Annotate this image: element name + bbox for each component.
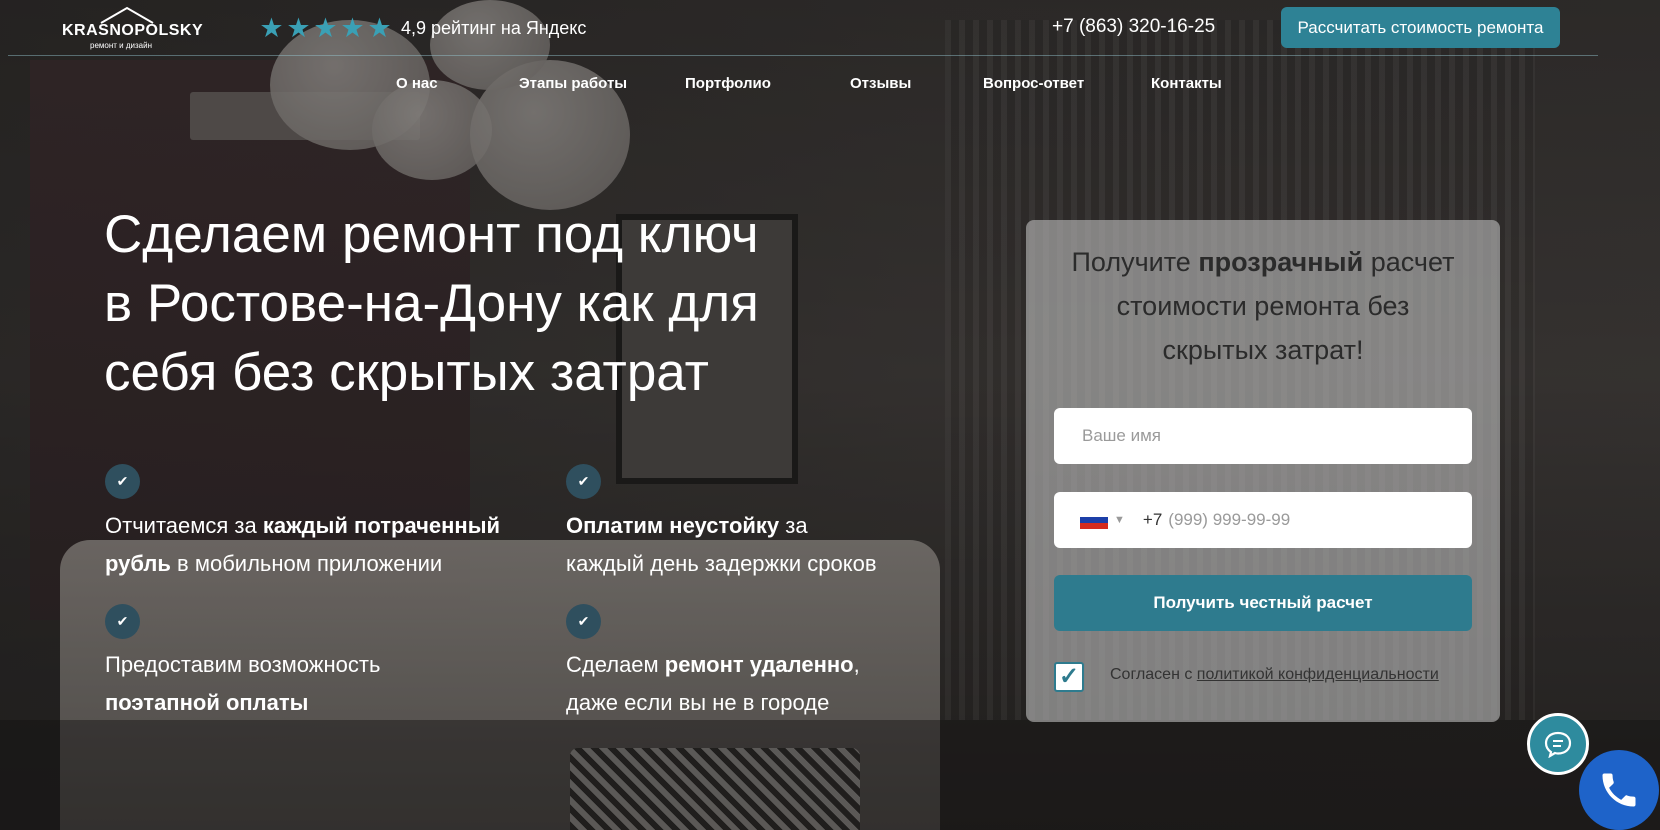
nav-about[interactable]: О нас (396, 75, 438, 92)
feature-text: Предоставим возможность (105, 652, 381, 677)
feature-penalty: Оплатим неустойку за каждый день задержк… (566, 507, 1006, 583)
name-input[interactable]: Ваше имя (1054, 408, 1472, 464)
header-phone-link[interactable]: +7 (863) 320-16-25 (1052, 16, 1215, 38)
phone-input[interactable]: ▼ +7 (999) 999-99-99 (1054, 492, 1472, 548)
hero-title-line: себя без скрытых затрат (104, 343, 709, 402)
form-title: Получите прозрачный расчет стоимости рем… (1026, 240, 1500, 372)
get-estimate-button[interactable]: Получить честный расчет (1054, 575, 1472, 631)
calculate-cost-button[interactable]: Рассчитать стоимость ремонта (1281, 7, 1560, 48)
nav-portfolio[interactable]: Портфолио (685, 75, 771, 92)
feature-text-bold: рубль (105, 551, 171, 576)
phone-handset-icon (1602, 773, 1636, 807)
star-icon: ★ (259, 13, 284, 43)
chat-bubble-icon (1544, 731, 1572, 758)
nav-faq[interactable]: Вопрос-ответ (983, 75, 1084, 92)
checkmark-icon: ✔ (105, 604, 140, 639)
logo[interactable]: KRASNOPOLSKY ремонт и дизайн (62, 6, 203, 52)
logo-name: KRASNOPOLSKY (62, 22, 204, 39)
feature-staged-payment: Предоставим возможность поэтапной оплаты (105, 646, 545, 722)
yandex-rating[interactable]: ★ ★ ★ ★ ★ 4,9 рейтинг на Яндекс (258, 14, 586, 42)
phone-input-placeholder: (999) 999-99-99 (1168, 510, 1291, 529)
feature-text: Отчитаемся за (105, 513, 263, 538)
privacy-policy-link[interactable]: политикой конфиденциальности (1197, 666, 1439, 683)
feature-text: , (853, 652, 860, 677)
feature-text: даже если вы не в городе (566, 690, 830, 715)
checkmark-icon: ✔ (105, 464, 140, 499)
hero-title-line: в Ростове-на-Дону как для (104, 274, 759, 333)
checkmark-icon: ✔ (566, 604, 601, 639)
feature-text: Сделаем (566, 652, 665, 677)
nav-reviews[interactable]: Отзывы (850, 75, 911, 92)
hero-title: Сделаем ремонт под ключ в Ростове-на-Дон… (104, 200, 824, 407)
feature-text: в мобильном приложении (170, 551, 443, 576)
form-title-text: стоимости ремонта без (1116, 291, 1410, 321)
feature-text-bold: каждый потраченный (262, 513, 501, 538)
nav-contacts[interactable]: Контакты (1151, 75, 1222, 92)
feature-remote-renovation: Сделаем ремонт удаленно, даже если вы не… (566, 646, 1006, 722)
header-divider (8, 55, 1598, 56)
form-title-bold: прозрачный (1198, 247, 1364, 277)
estimate-form: Получите прозрачный расчет стоимости рем… (1026, 220, 1500, 722)
phone-country-code: +7 (1142, 510, 1163, 529)
feature-text: каждый день задержки сроков (566, 551, 877, 576)
star-icon: ★ (340, 13, 365, 43)
feature-text: за (779, 513, 808, 538)
checkmark-icon: ✔ (566, 464, 601, 499)
privacy-agree-label: Согласен с политикой конфиденциальности (1110, 666, 1439, 684)
feature-text-bold: поэтапной оплаты (105, 690, 309, 715)
feature-report: Отчитаемся за каждый потраченный рубль в… (105, 507, 545, 583)
form-title-text: Получите (1071, 247, 1199, 277)
star-icon: ★ (367, 13, 392, 43)
rating-text: 4,9 рейтинг на Яндекс (401, 17, 587, 38)
name-input-placeholder: Ваше имя (1082, 426, 1161, 445)
form-title-text: расчет (1363, 247, 1455, 277)
call-button[interactable] (1579, 750, 1659, 830)
star-icon: ★ (313, 13, 338, 43)
privacy-agree-text: Согласен с (1110, 666, 1197, 683)
star-icon: ★ (286, 13, 311, 43)
form-title-text: скрытых затрат! (1162, 335, 1364, 365)
feature-text-bold: ремонт удаленно (664, 652, 854, 677)
nav-work-stages[interactable]: Этапы работы (519, 75, 627, 92)
logo-subtitle: ремонт и дизайн (90, 41, 152, 50)
chevron-down-icon[interactable]: ▼ (1114, 514, 1125, 526)
chat-button[interactable] (1527, 713, 1589, 775)
privacy-agree-checkbox[interactable]: ✓ (1054, 662, 1084, 692)
hero-title-line: Сделаем ремонт под ключ (104, 205, 759, 264)
feature-text-bold: Оплатим неустойку (566, 513, 780, 538)
russia-flag-icon[interactable] (1080, 511, 1108, 529)
